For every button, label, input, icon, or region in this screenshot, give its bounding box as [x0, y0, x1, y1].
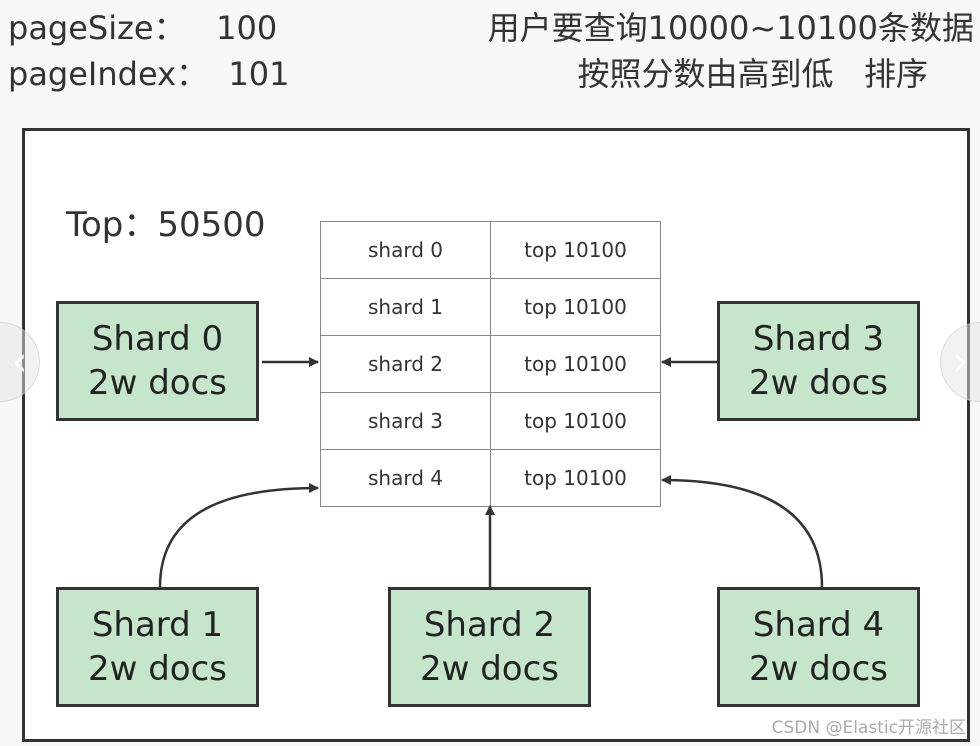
chevron-right-icon: › [952, 339, 969, 385]
chevron-left-icon: ‹ [11, 339, 28, 385]
watermark: CSDN @Elastic开源社区 [771, 718, 966, 738]
arrow-shard4 [661, 475, 824, 588]
arrow-shard1 [158, 483, 319, 588]
arrows-layer [158, 357, 824, 588]
